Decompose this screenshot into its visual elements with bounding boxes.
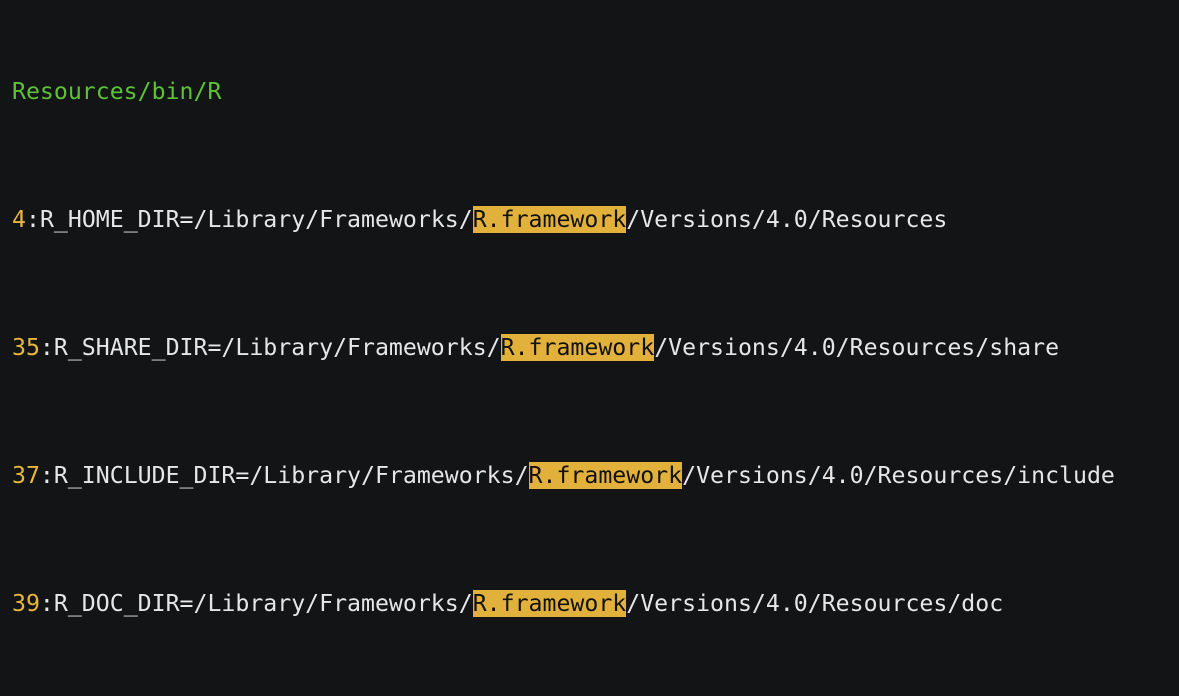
separator: : [39,590,54,617]
match-highlight: R.framework [472,590,627,617]
separator: : [39,334,54,361]
match-prefix: R_HOME_DIR=/Library/Frameworks/ [39,206,473,233]
line-number: 4 [12,206,26,233]
match-highlight: R.framework [472,206,627,233]
match-suffix: /Versions/4.0/Resources/doc [626,590,1004,617]
result-line: 39:R_DOC_DIR=/Library/Frameworks/R.frame… [12,588,1179,620]
line-number: 37 [12,462,40,489]
match-suffix: /Versions/4.0/Resources/include [682,462,1115,489]
result-line: 37:R_INCLUDE_DIR=/Library/Frameworks/R.f… [12,460,1179,492]
match-highlight: R.framework [528,462,683,489]
terminal-output[interactable]: Resources/bin/R 4:R_HOME_DIR=/Library/Fr… [0,0,1179,696]
line-number: 39 [12,590,40,617]
separator: : [25,206,40,233]
line-number: 35 [12,334,40,361]
result-line: 35:R_SHARE_DIR=/Library/Frameworks/R.fra… [12,332,1179,364]
match-suffix: /Versions/4.0/Resources [626,206,948,233]
match-suffix: /Versions/4.0/Resources/share [654,334,1060,361]
file-path: Resources/bin/R [12,78,222,105]
match-prefix: R_SHARE_DIR=/Library/Frameworks/ [53,334,501,361]
match-highlight: R.framework [500,334,655,361]
result-line: 4:R_HOME_DIR=/Library/Frameworks/R.frame… [12,204,1179,236]
match-prefix: R_INCLUDE_DIR=/Library/Frameworks/ [53,462,529,489]
match-prefix: R_DOC_DIR=/Library/Frameworks/ [53,590,473,617]
separator: : [39,462,54,489]
